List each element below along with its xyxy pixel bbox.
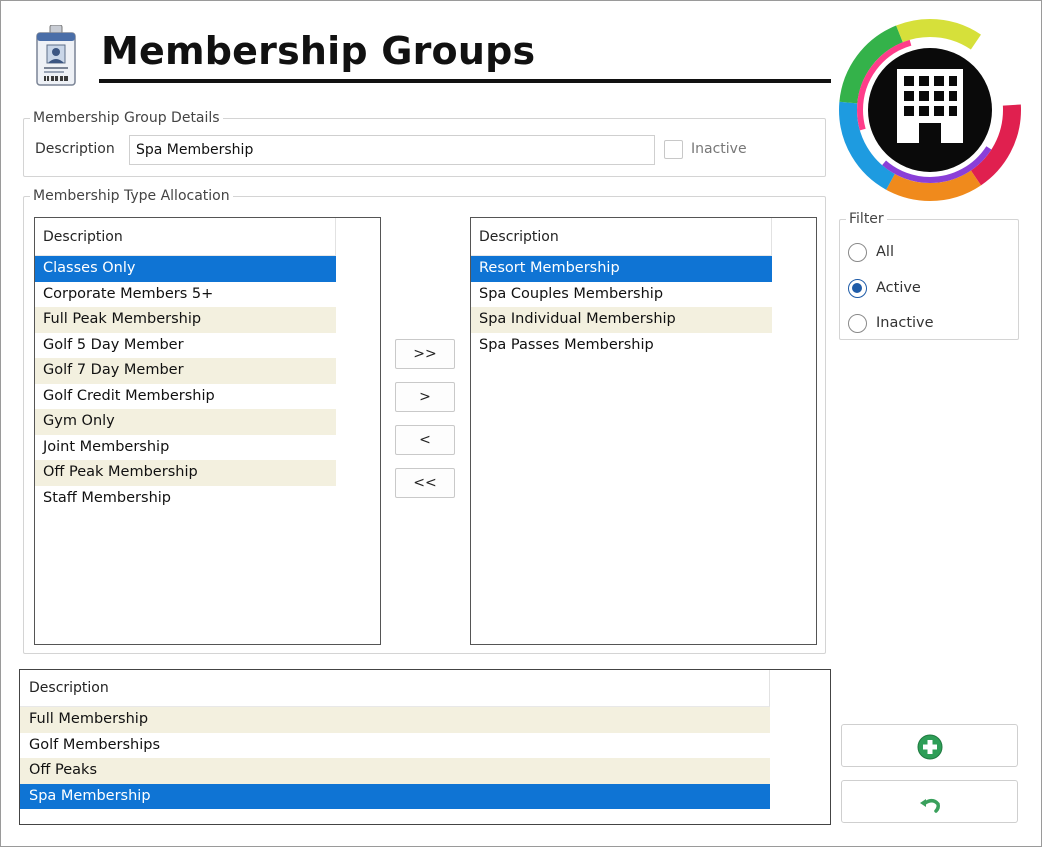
list-item[interactable]: Golf Credit Membership — [35, 384, 336, 410]
filter-inactive-radio[interactable] — [848, 313, 867, 333]
list-item[interactable]: Golf Memberships — [20, 733, 770, 759]
list-item[interactable]: Golf 7 Day Member — [35, 358, 336, 384]
description-input[interactable]: Spa Membership — [129, 135, 655, 165]
remove-all-button[interactable]: << — [395, 468, 455, 498]
list-item[interactable]: Spa Passes Membership — [471, 333, 772, 359]
list-item[interactable]: Spa Individual Membership — [471, 307, 772, 333]
filter-all-option[interactable]: All — [848, 241, 894, 263]
type-allocation-legend: Membership Type Allocation — [33, 188, 230, 204]
filter-all-radio[interactable] — [848, 242, 867, 262]
filter-legend: Filter — [849, 211, 884, 227]
membership-groups-window: Membership Groups Membership Group Detai… — [0, 0, 1042, 847]
filter-inactive-option[interactable]: Inactive — [848, 312, 934, 334]
list-item[interactable]: Joint Membership — [35, 435, 336, 461]
list-item[interactable]: Off Peaks — [20, 758, 770, 784]
inactive-label: Inactive — [691, 141, 747, 157]
list-item[interactable]: Classes Only — [35, 256, 336, 282]
list-item[interactable]: Full Peak Membership — [35, 307, 336, 333]
list-item[interactable]: Golf 5 Day Member — [35, 333, 336, 359]
membership-groups-list[interactable]: Description Full Membership Golf Members… — [19, 669, 831, 825]
list-item[interactable]: Gym Only — [35, 409, 336, 435]
building-icon — [839, 19, 1021, 201]
page-title: Membership Groups — [101, 29, 536, 73]
available-types-list[interactable]: Description Classes Only Corporate Membe… — [34, 217, 381, 645]
filter-all-label: All — [876, 244, 894, 260]
filter-active-radio[interactable] — [848, 278, 867, 298]
plus-circle-icon — [917, 734, 943, 760]
list-item[interactable]: Resort Membership — [471, 256, 772, 282]
add-group-button[interactable] — [841, 724, 1018, 767]
inactive-checkbox[interactable] — [664, 140, 683, 159]
assigned-types-list[interactable]: Description Resort Membership Spa Couple… — [470, 217, 817, 645]
list-item[interactable]: Full Membership — [20, 707, 770, 733]
undo-arrow-icon — [920, 799, 940, 813]
remove-selected-button[interactable]: < — [395, 425, 455, 455]
title-underline — [99, 79, 831, 83]
available-types-header[interactable]: Description — [35, 218, 336, 256]
filter-active-label: Active — [876, 280, 921, 296]
membership-groups-header[interactable]: Description — [20, 670, 770, 707]
description-label: Description — [35, 141, 115, 157]
add-all-button[interactable]: >> — [395, 339, 455, 369]
list-item[interactable]: Off Peak Membership — [35, 460, 336, 486]
filter-inactive-label: Inactive — [876, 315, 934, 331]
list-item[interactable]: Staff Membership — [35, 486, 336, 512]
undo-button[interactable] — [841, 780, 1018, 823]
add-selected-button[interactable]: > — [395, 382, 455, 412]
list-item[interactable]: Spa Couples Membership — [471, 282, 772, 308]
list-item[interactable]: Spa Membership — [20, 783, 770, 809]
list-item[interactable]: Corporate Members 5+ — [35, 282, 336, 308]
filter-active-option[interactable]: Active — [848, 277, 921, 299]
assigned-types-header[interactable]: Description — [471, 218, 772, 256]
group-details-legend: Membership Group Details — [33, 110, 220, 126]
id-badge-icon — [35, 24, 77, 87]
